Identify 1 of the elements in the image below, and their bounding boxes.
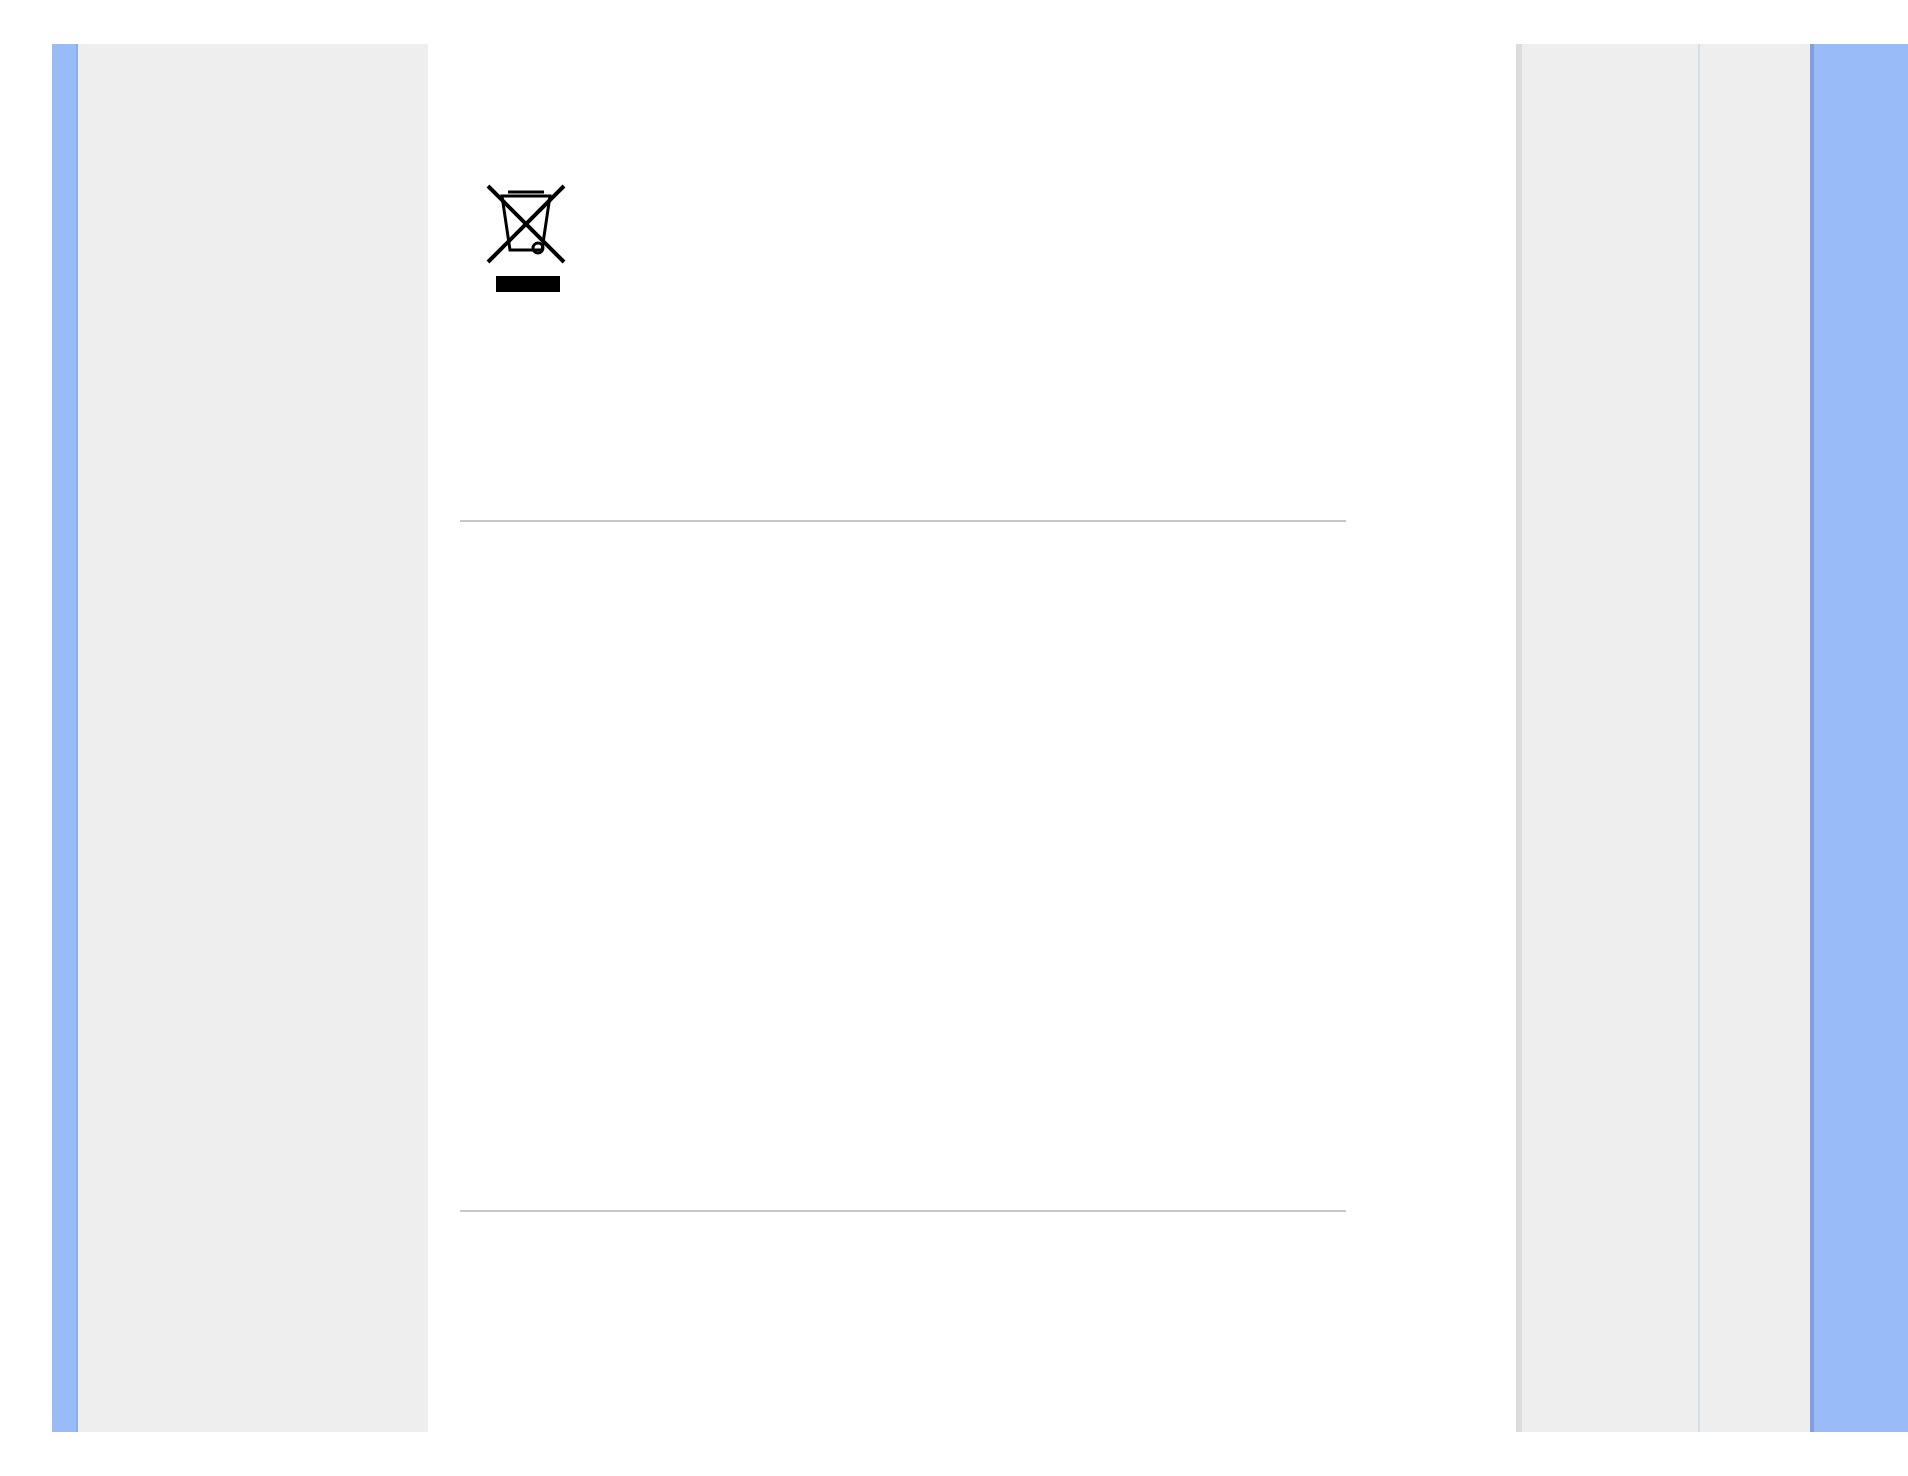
crossed-bin-icon bbox=[486, 184, 566, 296]
